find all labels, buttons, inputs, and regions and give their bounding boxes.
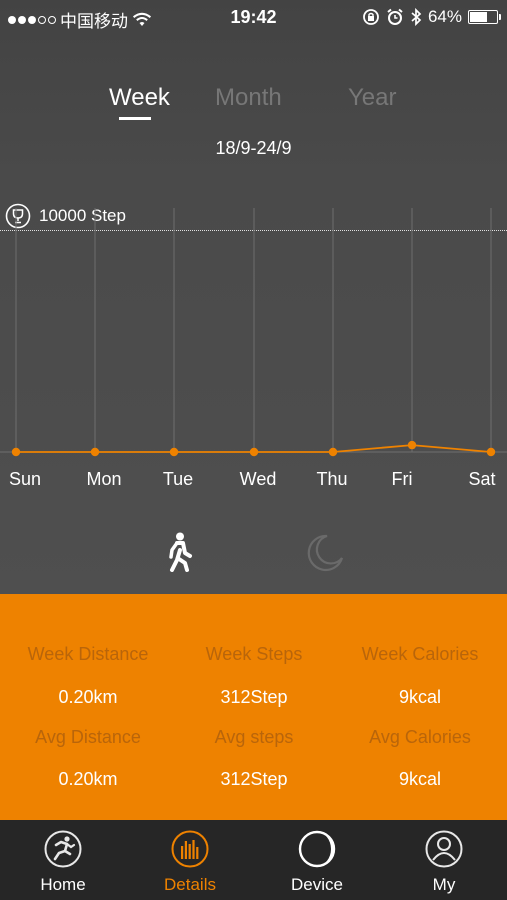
user-icon [425,830,463,868]
nav-device[interactable]: Device [254,820,380,900]
nav-details[interactable]: Details [127,820,253,900]
week-steps-label: Week Steps [205,644,303,664]
nav-home-label: Home [40,875,86,894]
avg-distance-value: 0.20km [58,769,118,789]
moon-icon[interactable] [305,533,345,573]
chart-point-tue[interactable] [169,447,179,457]
chart-point-mon[interactable] [90,447,100,457]
week-distance-label: Week Distance [27,644,149,664]
nav-home[interactable]: Home [0,820,126,900]
x-label-thu: Thu [316,469,348,489]
x-label-sun: Sun [8,469,42,489]
x-label-fri: Fri [391,469,413,489]
running-icon [44,830,82,868]
avg-steps-label: Avg steps [214,727,294,747]
avg-calories-value: 9kcal [398,769,442,789]
week-calories-label: Week Calories [361,644,479,664]
chart-point-fri[interactable] [407,440,417,450]
x-label-tue: Tue [162,469,194,489]
nav-my[interactable]: My [381,820,507,900]
bottom-nav: Home Details Device My [0,820,507,900]
x-label-sat: Sat [468,469,496,489]
device-icon [298,830,336,868]
x-label-mon: Mon [86,469,122,489]
steps-chart [0,208,507,457]
week-steps-value: 312Step [220,687,288,707]
stats-panel: Week Distance Week Steps Week Calories 0… [0,594,507,820]
chart-point-sun[interactable] [11,447,21,457]
nav-my-label: My [432,875,456,894]
chart-point-thu[interactable] [328,447,338,457]
walking-icon[interactable] [163,532,193,572]
avg-steps-value: 312Step [220,769,288,789]
chart-point-sat[interactable] [486,447,496,457]
bar-chart-icon [171,830,209,868]
x-label-wed: Wed [239,469,277,489]
avg-distance-label: Avg Distance [35,727,141,747]
chart-point-wed[interactable] [249,447,259,457]
nav-device-label: Device [291,875,343,894]
week-distance-value: 0.20km [58,687,118,707]
avg-calories-label: Avg Calories [369,727,471,747]
nav-details-label: Details [164,875,216,894]
week-calories-value: 9kcal [398,687,442,707]
